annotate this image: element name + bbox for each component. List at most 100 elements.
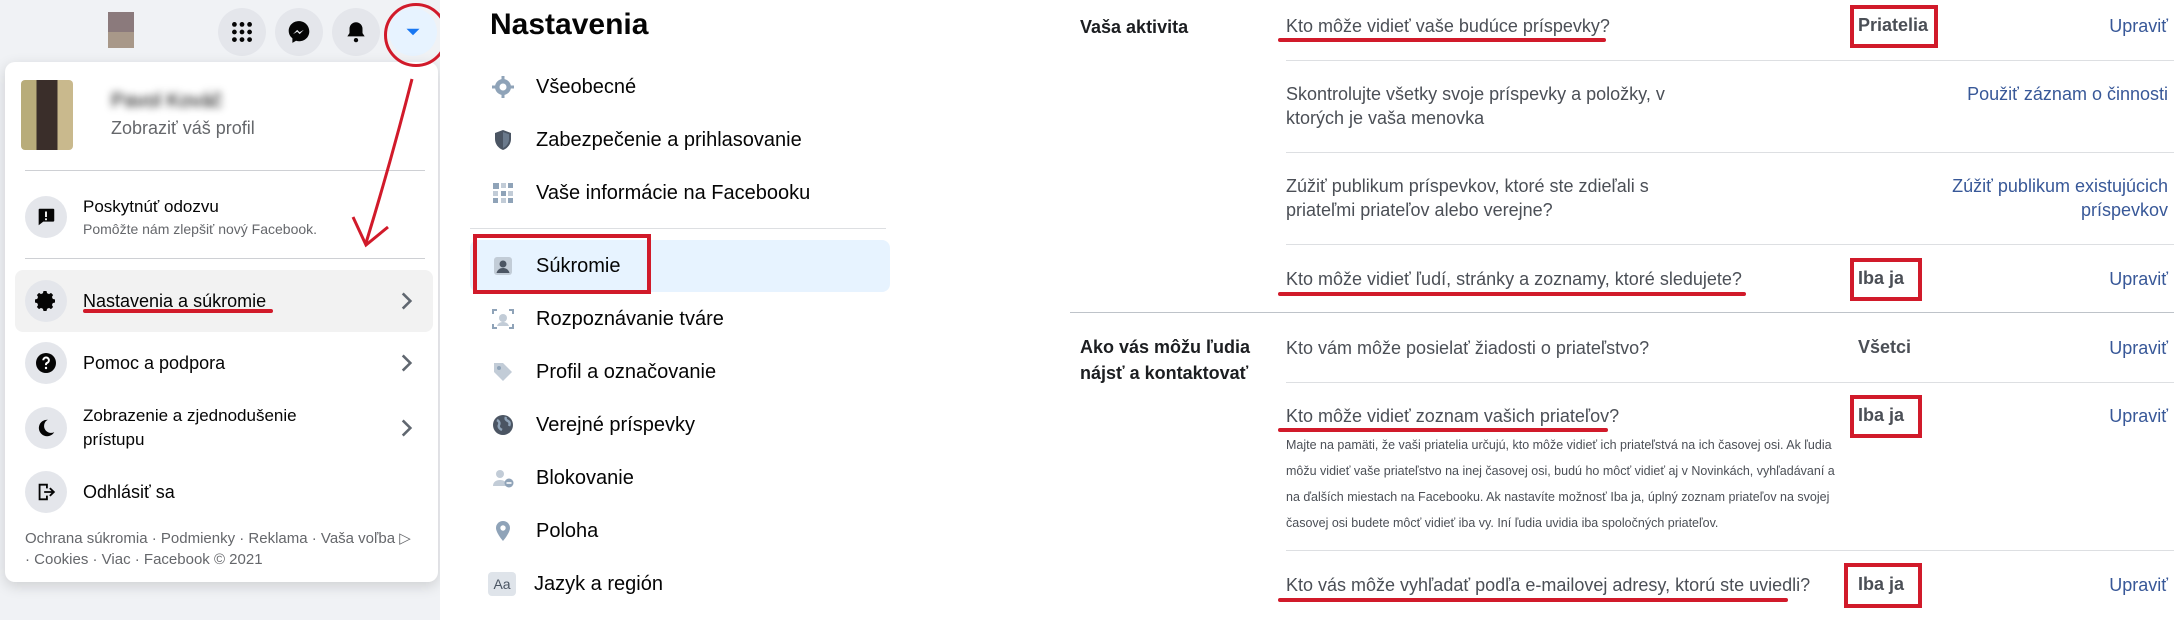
settings-title: Nastavenia: [490, 8, 649, 41]
footer-line-2[interactable]: · Cookies · Viac · Facebook © 2021: [25, 549, 411, 570]
row-divider: [1286, 382, 2174, 383]
activity-log-link[interactable]: Použiť záznam o činnosti: [1967, 82, 2168, 106]
block-user-icon: [488, 463, 518, 493]
nav-label: Vaše informácie na Facebooku: [536, 181, 811, 204]
help-support-label: Pomoc a podpora: [83, 353, 226, 373]
gear-icon: [25, 280, 67, 322]
nav-item-location[interactable]: Poloha: [470, 508, 870, 554]
nav-item-public-posts[interactable]: Verejné príspevky: [470, 402, 870, 448]
display-accessibility-button[interactable]: Zobrazenie a zjednodušenie prístupu: [15, 394, 433, 462]
nav-label: Poloha: [536, 519, 599, 542]
avatar[interactable]: [108, 12, 134, 48]
location-pin-icon: [488, 516, 518, 546]
annotation-box: [1850, 5, 1938, 48]
question-line-2: priateľmi priateľov alebo verejne?: [1286, 200, 1553, 220]
footer-links[interactable]: Ochrana súkromia · Podmienky · Reklama ·…: [25, 528, 411, 570]
annotation-box: [1844, 563, 1922, 608]
row-divider: [1286, 152, 2174, 153]
view-profile-link[interactable]: Zobraziť váš profil: [111, 118, 255, 139]
description-line: na ďalších miestach na Facebooku. Ak nas…: [1286, 490, 1830, 504]
annotation-underline: [1278, 292, 1746, 296]
setting-question: Kto môže vidieť vaše budúce príspevky?: [1286, 16, 1610, 36]
gear-icon: [488, 72, 518, 102]
feedback-subtitle: Pomôžte nám zlepšiť nový Facebook.: [83, 221, 318, 237]
help-support-button[interactable]: Pomoc a podpora: [15, 332, 433, 394]
settings-privacy-button[interactable]: Nastavenia a súkromie: [15, 270, 433, 332]
setting-question: Kto vám môže posielať žiadosti o priateľ…: [1286, 338, 1650, 358]
question-line-1: Skontrolujte všetky svoje príspevky a po…: [1286, 84, 1665, 104]
description-line: môžu vidieť vaše priateľstvo na inej čas…: [1286, 464, 1835, 478]
chevron-right-icon: [401, 292, 413, 310]
display-accessibility-label-line1: Zobrazenie a zjednodušenie: [83, 406, 297, 425]
account-menu-panel: Pavol Kováč Zobraziť váš profil Poskytnú…: [0, 0, 448, 620]
annotation-underline: [83, 309, 273, 313]
nav-item-your-information[interactable]: Vaše informácie na Facebooku: [470, 170, 870, 216]
face-scan-icon: [488, 304, 518, 334]
profile-avatar[interactable]: [21, 80, 73, 150]
nav-label: Blokovanie: [536, 466, 634, 489]
annotation-underline: [1278, 38, 1606, 42]
nav-label: Verejné príspevky: [536, 413, 695, 436]
annotation-box: [1850, 395, 1922, 438]
annotation-underline: [1278, 598, 1788, 602]
feedback-title: Poskytnúť odozvu: [83, 197, 219, 216]
divider: [470, 228, 886, 229]
action-line-1[interactable]: Zúžiť publikum existujúcich: [1952, 174, 2168, 198]
section-title-line-2: nájsť a kontaktovať: [1080, 363, 1249, 383]
setting-question: Zúžiť publikum príspevkov, ktoré ste zdi…: [1286, 174, 1649, 222]
privacy-settings-panel: Vaša aktivita Kto môže vidieť vaše budúc…: [906, 0, 2180, 620]
edit-button[interactable]: Upraviť: [2109, 404, 2168, 428]
row-divider: [1286, 550, 2174, 551]
logout-icon: [25, 471, 67, 513]
question-line-2: ktorých je vaša menovka: [1286, 108, 1485, 128]
feedback-icon: [25, 196, 67, 238]
limit-past-posts-link[interactable]: Zúžiť publikum existujúcich príspevkov: [1952, 174, 2168, 222]
nav-label: Všeobecné: [536, 75, 637, 98]
nav-item-blocking[interactable]: Blokovanie: [470, 455, 870, 501]
question-line-1: Zúžiť publikum príspevkov, ktoré ste zdi…: [1286, 176, 1649, 196]
nav-label: Zabezpečenie a prihlasovanie: [536, 128, 802, 151]
globe-icon: [488, 410, 518, 440]
profile-name[interactable]: Pavol Kováč: [111, 90, 222, 113]
edit-button[interactable]: Upraviť: [2109, 573, 2168, 597]
description-line: časovej osi budete môcť vidieť iba vy. I…: [1286, 516, 1719, 530]
section-title-your-activity: Vaša aktivita: [1080, 17, 1189, 37]
section-divider: [1070, 312, 2174, 313]
nav-label: Jazyk a región: [534, 572, 663, 595]
nav-item-face-recognition[interactable]: Rozpoznávanie tváre: [470, 296, 870, 342]
edit-button[interactable]: Upraviť: [2109, 14, 2168, 38]
shield-icon: [488, 125, 518, 155]
footer-line-1[interactable]: Ochrana súkromia · Podmienky · Reklama ·…: [25, 528, 411, 549]
setting-question: Kto môže vidieť zoznam vašich priateľov?: [1286, 406, 1620, 426]
section-title-find-contact: Ako vás môžu ľudia nájsť a kontaktovať: [1080, 334, 1250, 386]
nav-item-profile-tagging[interactable]: Profil a označovanie: [470, 349, 870, 395]
messenger-icon[interactable]: [275, 8, 323, 56]
language-icon: Aa: [488, 572, 516, 596]
annotation-box: [473, 234, 651, 294]
row-divider: [1286, 244, 2174, 245]
display-accessibility-label-line2: prístupu: [83, 430, 145, 449]
settings-sidebar: Nastavenia Všeobecné Zabezpečenie a prih…: [440, 0, 907, 620]
grid-menu-icon[interactable]: [218, 8, 266, 56]
chevron-right-icon: [401, 419, 413, 437]
edit-button[interactable]: Upraviť: [2109, 336, 2168, 360]
edit-button[interactable]: Upraviť: [2109, 267, 2168, 291]
section-title-line-1: Ako vás môžu ľudia: [1080, 337, 1250, 357]
tag-icon: [488, 357, 518, 387]
setting-description: Majte na pamäti, že vaši priatelia určuj…: [1286, 432, 1835, 536]
nav-item-security[interactable]: Zabezpečenie a prihlasovanie: [470, 117, 870, 163]
bell-icon[interactable]: [332, 8, 380, 56]
action-line-2[interactable]: príspevkov: [1952, 198, 2168, 222]
chevron-right-icon: [401, 354, 413, 372]
question-icon: [25, 342, 67, 384]
logout-button[interactable]: Odhlásiť sa: [15, 462, 433, 522]
nav-item-language[interactable]: Aa Jazyk a región: [470, 561, 870, 607]
description-line: Majte na pamäti, že vaši priatelia určuj…: [1286, 438, 1832, 452]
annotation-arrow: [351, 78, 414, 248]
moon-icon: [25, 407, 67, 449]
grid-icon: [488, 178, 518, 208]
nav-item-general[interactable]: Všeobecné: [470, 64, 870, 110]
nav-label: Rozpoznávanie tváre: [536, 307, 724, 330]
annotation-box: [1850, 258, 1922, 301]
setting-value: Všetci: [1858, 337, 1912, 357]
